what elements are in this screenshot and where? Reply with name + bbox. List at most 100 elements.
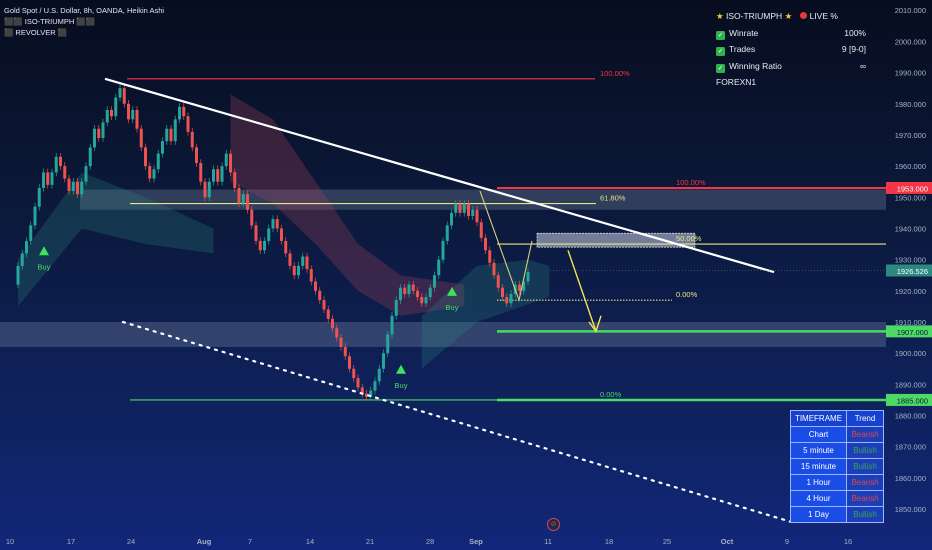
candle xyxy=(348,356,351,369)
candle xyxy=(492,262,496,276)
price-tick-label: 1880.000 xyxy=(895,412,926,421)
time-tick-label: Aug xyxy=(197,537,212,546)
candle xyxy=(118,88,122,98)
candle xyxy=(195,147,198,163)
candle xyxy=(182,106,186,117)
table-header-cell: TIMEFRAME xyxy=(790,410,847,427)
candle xyxy=(71,181,75,192)
timeframe-cell: 1 Day xyxy=(790,506,847,523)
table-row: 1 Day Bullish xyxy=(790,506,884,523)
indicator-iso-triumph[interactable]: ⬛⬛ ISO-TRIUMPH ⬛⬛ xyxy=(4,17,95,26)
stats-title-row: ★ ISO-TRIUMPH ★ LIVE % xyxy=(716,8,866,25)
candle xyxy=(20,253,24,266)
candle xyxy=(496,275,500,288)
candle xyxy=(526,272,530,282)
time-tick-label: 25 xyxy=(663,537,671,546)
candle xyxy=(93,128,96,148)
candle xyxy=(88,147,92,167)
table-row: 15 minute Bullish xyxy=(790,458,884,475)
cloud-bull-zone xyxy=(421,259,550,369)
table-header-cell: Trend xyxy=(846,410,884,427)
timeframe-cell: 15 minute xyxy=(790,458,847,475)
chart-area[interactable]: 100.00% 100.00% 61.80% 50.00% 0.00% 0.00% Buy B… xyxy=(0,0,932,550)
candle xyxy=(343,346,347,357)
candle xyxy=(433,275,436,288)
candle xyxy=(114,97,118,117)
candle xyxy=(156,153,160,170)
fib-level-label: 0.00% xyxy=(676,290,698,299)
candle xyxy=(445,225,449,241)
stats-footer: FOREXN1 xyxy=(716,77,757,87)
time-tick-label: 17 xyxy=(67,537,75,546)
candle xyxy=(309,269,313,282)
target-box xyxy=(536,232,696,248)
price-tick-label: 1890.000 xyxy=(895,380,926,389)
candle xyxy=(148,166,152,179)
candle xyxy=(135,110,139,129)
candle xyxy=(29,225,33,241)
candle xyxy=(352,368,356,379)
fib-level-label: 100.00% xyxy=(600,69,630,78)
candle xyxy=(190,131,194,148)
table-row: 5 minute Bullish xyxy=(790,442,884,459)
candle xyxy=(46,172,50,185)
buy-signal-triangle-icon xyxy=(396,364,406,374)
candle xyxy=(80,181,84,195)
candle xyxy=(331,318,334,329)
time-tick-label: 10 xyxy=(6,537,14,546)
candle xyxy=(173,119,177,142)
projection-arrow xyxy=(567,250,597,332)
candle xyxy=(97,128,101,139)
candle xyxy=(424,297,428,304)
candle xyxy=(458,203,462,213)
trend-cell: Bullish xyxy=(846,442,884,459)
candle xyxy=(462,203,466,213)
price-tag-label: 1953.000 xyxy=(897,184,928,193)
candle xyxy=(139,128,143,148)
candle xyxy=(403,287,407,294)
indicator-revolver[interactable]: ⬛ REVOLVER ⬛ xyxy=(4,28,67,37)
price-tick-label: 1900.000 xyxy=(895,349,926,358)
candle xyxy=(33,206,37,226)
candle xyxy=(110,110,113,117)
candle xyxy=(241,194,245,204)
candle xyxy=(216,169,220,182)
candle xyxy=(76,181,79,195)
candle xyxy=(488,250,492,263)
candle xyxy=(84,166,88,182)
price-tick-label: 1940.000 xyxy=(895,224,926,233)
stats-label: Winning Ratio xyxy=(729,60,782,71)
candle xyxy=(509,293,513,304)
stats-row-winning-ratio: ✓ Winning Ratio ∞ xyxy=(716,58,866,75)
price-tag-label: 1885.000 xyxy=(897,396,928,405)
price-tag-label: 1907.000 xyxy=(897,328,928,337)
candle xyxy=(416,290,419,298)
candle xyxy=(428,287,432,298)
price-tick-label: 1920.000 xyxy=(895,287,926,296)
current-price-label: 1926.526 xyxy=(897,267,928,276)
price-tick-label: 1960.000 xyxy=(895,162,926,171)
price-tick-label: 2010.000 xyxy=(895,6,926,15)
candle xyxy=(131,110,135,120)
candle xyxy=(186,116,190,132)
candle xyxy=(301,256,305,266)
timeframe-cell: 4 Hour xyxy=(790,490,847,507)
candle xyxy=(178,106,181,120)
candle xyxy=(237,187,241,204)
candle xyxy=(479,222,483,238)
buy-signal-label: Buy xyxy=(38,262,51,271)
table-header-row: TIMEFRAME Trend xyxy=(790,410,884,427)
price-tick-label: 1930.000 xyxy=(895,256,926,265)
candle xyxy=(437,259,441,276)
candle xyxy=(212,169,215,182)
time-tick-label: 24 xyxy=(127,537,135,546)
candle xyxy=(169,128,173,142)
stats-row-winrate: ✓ Winrate 100% xyxy=(716,25,866,42)
stats-value: 9 [9-0] xyxy=(841,44,866,54)
buy-signal-label: Buy xyxy=(395,381,408,390)
candle xyxy=(386,334,390,354)
table-row: 1 Hour Bearish xyxy=(790,474,884,491)
candle xyxy=(484,237,487,251)
tradingview-logo-icon[interactable]: ⊘ xyxy=(547,518,560,531)
candle xyxy=(335,328,339,338)
